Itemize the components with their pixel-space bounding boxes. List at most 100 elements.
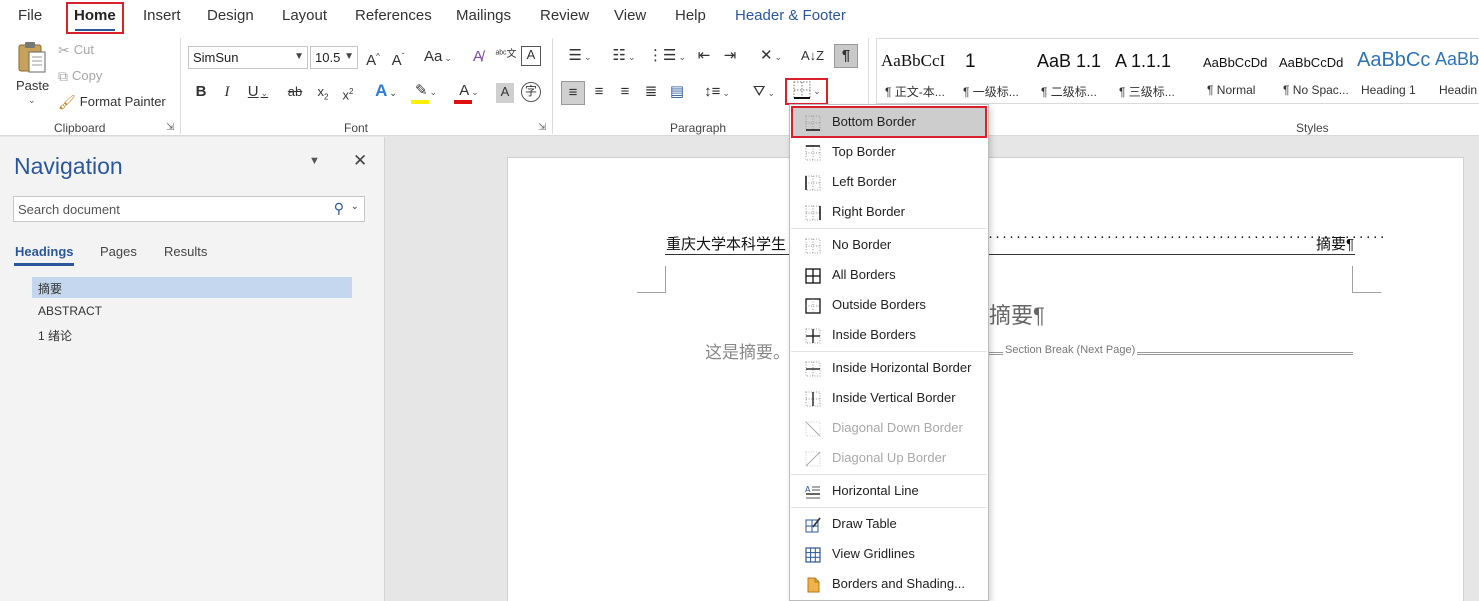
underline-icon[interactable]: U ⌄ [244, 83, 272, 103]
copy-button[interactable]: ⧉ Copy [58, 68, 102, 83]
menu-item-label: Borders and Shading... [832, 576, 965, 591]
menu-item-borders-and-shading[interactable]: Borders and Shading... [791, 570, 987, 598]
ribbon-tab-bar: File Home Insert Design Layout Reference… [0, 0, 1479, 34]
increase-indent-icon[interactable]: ⇥ [720, 47, 740, 67]
tab-mailings[interactable]: Mailings [456, 7, 511, 27]
borders-menu: Bottom Border Top Border Left Border Rig… [789, 104, 989, 601]
shrink-font-icon[interactable]: Aˇ [389, 48, 407, 69]
enclose-characters-icon[interactable]: 字 [521, 82, 541, 102]
tab-help[interactable]: Help [675, 7, 706, 27]
asian-layout-icon[interactable]: ✕ ⌄ [753, 47, 789, 67]
tab-file[interactable]: File [18, 7, 42, 27]
tab-design[interactable]: Design [207, 7, 254, 27]
tab-results[interactable]: Results [164, 244, 207, 259]
menu-item-diagonal-down-border[interactable]: Diagonal Down Border [791, 414, 987, 442]
style-tile[interactable]: A 1.1.1 ¶ 三级标... [1111, 39, 1201, 103]
tab-view[interactable]: View [614, 7, 646, 27]
shading-icon[interactable]: ⛛ ⌄ [746, 83, 782, 103]
menu-item-label: Outside Borders [832, 297, 926, 312]
menu-item-top-border[interactable]: Top Border [791, 138, 987, 166]
menu-item-right-border[interactable]: Right Border [791, 198, 987, 226]
tab-review[interactable]: Review [540, 7, 589, 27]
font-name-chevron-down-icon[interactable]: ▼ [294, 51, 304, 62]
heading-item[interactable]: 1 绪论 [32, 324, 352, 345]
menu-item-inside-borders[interactable]: Inside Borders [791, 321, 987, 349]
heading-item[interactable]: 摘要 [32, 277, 352, 298]
numbering-icon[interactable]: ☷ ⌄ [606, 47, 642, 67]
multilevel-list-icon[interactable]: ⋮☰ ⌄ [648, 47, 686, 67]
menu-item-view-gridlines[interactable]: View Gridlines [791, 540, 987, 568]
character-border-icon[interactable]: A [521, 46, 541, 66]
header-bottom-border [665, 254, 1355, 255]
italic-icon[interactable]: I [219, 83, 235, 103]
style-tile[interactable]: AaBbCcDd ¶ Normal [1199, 39, 1277, 103]
paste-button[interactable]: Paste ⌄ [14, 40, 50, 105]
style-tile[interactable]: AaBbC Headin [1431, 39, 1479, 103]
font-size-combo[interactable]: 10.5 ▼ [310, 46, 358, 69]
bullets-icon[interactable]: ☰ ⌄ [562, 47, 598, 67]
style-tile[interactable]: 1 ¶ 一级标... [955, 39, 1033, 103]
tab-insert[interactable]: Insert [143, 7, 181, 27]
search-chevron-down-icon[interactable]: ⌄ [351, 201, 359, 212]
style-tile[interactable]: AaBbCcDd ¶ No Spac... [1275, 39, 1353, 103]
line-spacing-icon[interactable]: ↕≡ ⌄ [699, 83, 735, 103]
crop-mark [637, 266, 666, 293]
no-border-icon [805, 238, 821, 254]
text-highlight-icon[interactable]: ✎ ⌄ [409, 82, 443, 104]
tab-headings[interactable]: Headings [15, 244, 74, 259]
font-name-combo[interactable]: SimSun ▼ [188, 46, 308, 69]
strikethrough-icon[interactable]: ab [284, 83, 306, 103]
menu-item-inside-horizontal-border[interactable]: Inside Horizontal Border [791, 354, 987, 382]
menu-item-inside-vertical-border[interactable]: Inside Vertical Border [791, 384, 987, 412]
menu-item-horizontal-line[interactable]: A Horizontal Line [791, 477, 987, 505]
grow-font-icon[interactable]: A^ [364, 48, 382, 69]
font-dialog-launcher-icon[interactable]: ⇲ [538, 122, 546, 133]
show-paragraph-marks-icon[interactable]: ¶ [834, 44, 858, 68]
bottom-border-highlight [791, 106, 987, 138]
cut-button[interactable]: ✂ Cut [58, 42, 94, 57]
style-tile[interactable]: AaBbCc Heading 1 [1353, 39, 1431, 103]
align-center-icon[interactable]: ≡ [589, 83, 609, 103]
align-left-icon[interactable]: ≡ [561, 81, 585, 105]
sort-icon[interactable]: A↓Z [801, 47, 824, 67]
close-icon[interactable]: ✕ [353, 151, 367, 171]
menu-item-diagonal-up-border[interactable]: Diagonal Up Border [791, 444, 987, 472]
search-input[interactable]: Search document ⚲ ⌄ [13, 196, 365, 222]
font-color-icon[interactable]: A ⌄ [452, 82, 486, 104]
character-shading-icon[interactable]: A [496, 83, 514, 103]
style-tile[interactable]: AaB 1.1 ¶ 二级标... [1033, 39, 1111, 103]
style-preview: A 1.1.1 [1115, 51, 1172, 71]
superscript-icon[interactable]: x2 [339, 83, 357, 103]
align-right-icon[interactable]: ≡ [615, 83, 635, 103]
phonetic-guide-icon[interactable]: ᵃᵇᶜ文 [495, 46, 517, 66]
tab-header-footer[interactable]: Header & Footer [735, 7, 846, 27]
menu-item-no-border[interactable]: No Border [791, 231, 987, 259]
tab-layout[interactable]: Layout [282, 7, 327, 27]
justify-icon[interactable]: ≣ [641, 83, 661, 103]
menu-divider [791, 474, 987, 475]
style-preview: AaBbCcDd [1203, 55, 1268, 70]
menu-item-label: Draw Table [832, 516, 897, 531]
distributed-icon[interactable]: ▤ [667, 83, 687, 103]
subscript-icon[interactable]: x2 [314, 83, 332, 103]
text-effects-icon[interactable]: A ⌄ [369, 82, 403, 102]
menu-item-left-border[interactable]: Left Border [791, 168, 987, 196]
clipboard-dialog-launcher-icon[interactable]: ⇲ [166, 122, 174, 133]
nav-options-chevron-down-icon[interactable]: ▼ [309, 155, 320, 167]
font-size-chevron-down-icon[interactable]: ▼ [344, 51, 354, 62]
decrease-indent-icon[interactable]: ⇤ [694, 47, 714, 67]
menu-item-outside-borders[interactable]: Outside Borders [791, 291, 987, 319]
change-case-icon[interactable]: Aa ⌄ [421, 48, 455, 68]
search-icon[interactable]: ⚲ [334, 200, 344, 217]
menu-item-all-borders[interactable]: All Borders [791, 261, 987, 289]
heading-item[interactable]: ABSTRACT [32, 301, 352, 322]
bold-icon[interactable]: B [193, 83, 209, 103]
format-painter-button[interactable]: 🖌 Format Painter [58, 94, 166, 109]
tab-pages[interactable]: Pages [100, 244, 137, 259]
menu-item-draw-table[interactable]: Draw Table [791, 510, 987, 538]
clear-formatting-icon[interactable]: A̸ [468, 48, 488, 68]
style-tile[interactable]: AaBbCcI ¶ 正文-本... [877, 39, 955, 103]
style-preview: AaBbCc [1357, 49, 1431, 71]
top-border-icon [805, 145, 821, 161]
tab-references[interactable]: References [355, 7, 432, 27]
